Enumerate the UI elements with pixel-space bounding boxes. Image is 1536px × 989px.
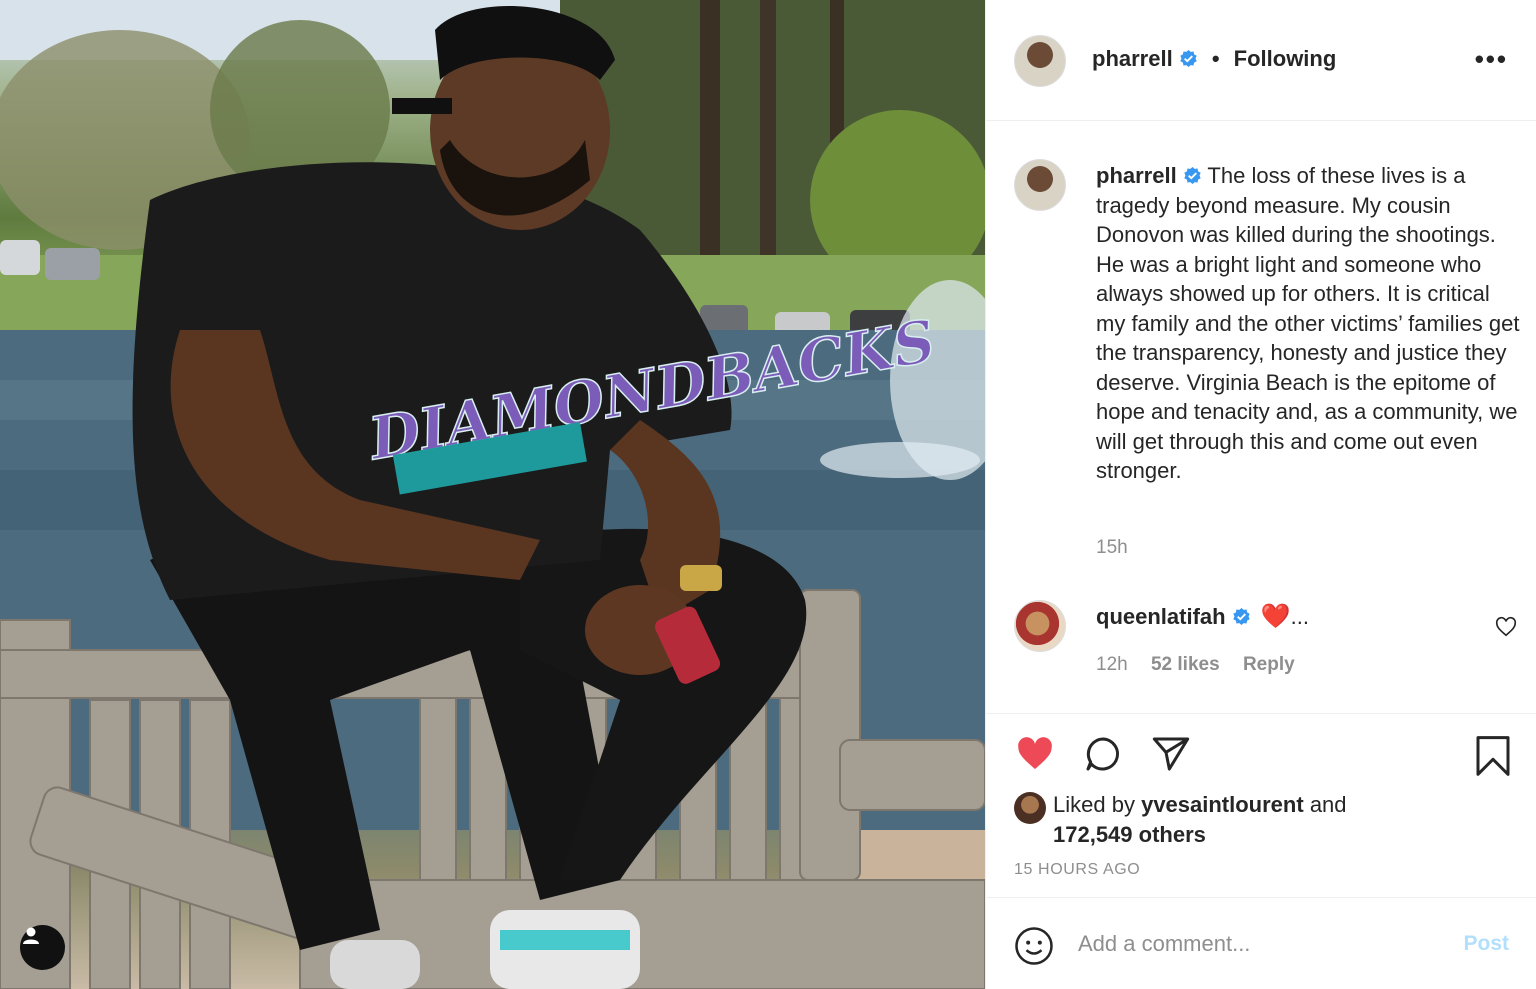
photo-illustration: DIAMONDBACKS (0, 0, 985, 989)
caption-timestamp[interactable]: 15h (1096, 537, 1128, 559)
save-bookmark-icon[interactable] (1473, 734, 1513, 778)
verified-badge-icon (1232, 607, 1250, 626)
liked-by-prefix: Liked by (1053, 792, 1135, 817)
more-options-button[interactable]: ••• (1475, 46, 1508, 72)
comment-timestamp[interactable]: 12h (1096, 654, 1128, 675)
caption-username[interactable]: pharrell (1096, 163, 1177, 188)
caption-body: pharrell The loss of these lives is a tr… (1096, 161, 1521, 486)
liked-by-conjunction: and (1309, 792, 1347, 817)
verified-badge-icon (1184, 166, 1201, 185)
comment-like-heart-icon[interactable] (1495, 616, 1517, 638)
add-comment-bar: Post (986, 897, 1536, 989)
comment-bubble-icon[interactable] (1082, 734, 1124, 774)
comment-input[interactable] (1078, 926, 1438, 962)
share-paper-plane-icon[interactable] (1150, 734, 1192, 774)
commenter-username[interactable]: queenlatifah (1096, 604, 1226, 629)
author-username[interactable]: pharrell (1092, 46, 1173, 71)
author-avatar[interactable] (1014, 35, 1066, 87)
tagged-users-button[interactable] (20, 925, 65, 970)
liked-by-text: Liked by yvesaintlourent and 172,549 oth… (1053, 790, 1513, 850)
following-button[interactable]: Following (1234, 46, 1337, 71)
follow-separator: • (1211, 46, 1220, 71)
post-timestamp[interactable]: 15 HOURS AGO (1014, 861, 1140, 879)
liker-avatar[interactable] (1014, 792, 1046, 824)
comment-ellipsis: ... (1290, 604, 1309, 629)
author-line: pharrell • Following (1092, 46, 1336, 72)
person-icon (23, 927, 39, 944)
verified-badge-icon (1180, 49, 1197, 68)
comment-heart-emoji: ❤️ (1260, 603, 1291, 630)
post-sidebar: pharrell • Following ••• pharrell The lo… (985, 0, 1536, 989)
commenter-avatar[interactable] (1014, 600, 1066, 652)
emoji-smiley-icon[interactable] (1014, 926, 1054, 966)
likes-others-count[interactable]: 172,549 others (1053, 822, 1206, 847)
comment-meta: 12h 52 likes Reply (1096, 654, 1313, 676)
comment-likes-count[interactable]: 52 likes (1151, 654, 1220, 675)
liker-username[interactable]: yvesaintlourent (1141, 792, 1304, 817)
post-photo[interactable]: DIAMONDBACKS (0, 0, 985, 989)
reply-button[interactable]: Reply (1243, 654, 1295, 675)
post-header: pharrell • Following ••• (986, 0, 1536, 121)
like-heart-icon[interactable] (1014, 734, 1056, 774)
post-actions-area: Liked by yvesaintlourent and 172,549 oth… (986, 713, 1536, 898)
post-comment-button[interactable]: Post (1463, 932, 1509, 956)
caption-text: The loss of these lives is a tragedy bey… (1096, 163, 1520, 483)
action-bar (1014, 734, 1192, 774)
caption-author-avatar[interactable] (1014, 159, 1066, 211)
comment-line: queenlatifah ❤️... (1096, 602, 1309, 631)
